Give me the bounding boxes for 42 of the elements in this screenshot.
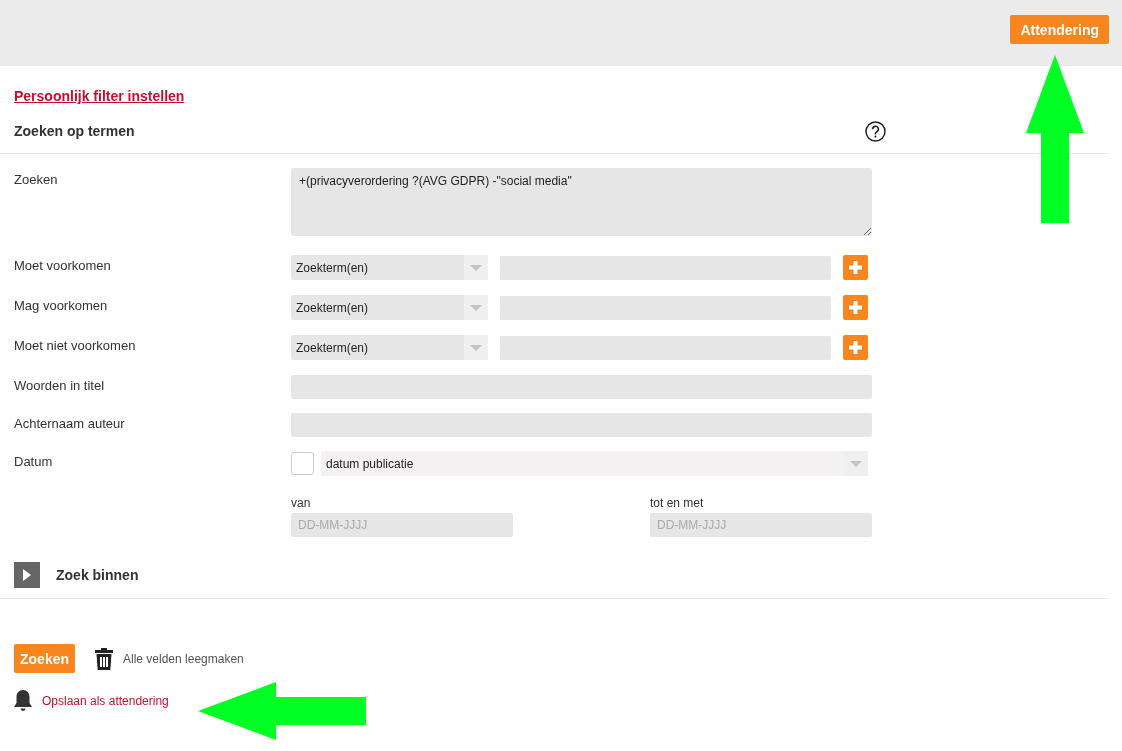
date-input[interactable]: DD-MM-JJJJ: [650, 513, 872, 537]
add-button[interactable]: [843, 255, 868, 280]
text-input[interactable]: [291, 375, 872, 399]
expand-toggle[interactable]: [14, 562, 40, 588]
term-input[interactable]: [500, 335, 831, 360]
caret-right-icon: [23, 569, 31, 581]
add-button[interactable]: [843, 295, 868, 320]
clear-link[interactable]: Alle velden leegmaken: [95, 647, 244, 670]
search-textarea[interactable]: +(privacyverordering ?(AVG GDPR) -"social media": [291, 168, 872, 236]
caret-icon: [470, 304, 482, 311]
add-button[interactable]: [843, 335, 868, 360]
date-checkbox[interactable]: [291, 452, 314, 475]
section-title: Zoek binnen: [56, 567, 139, 583]
dropdown[interactable]: Zoekterm(en): [291, 255, 488, 280]
caret-icon: [850, 460, 862, 467]
field-label: Datum: [13, 453, 54, 471]
term-input[interactable]: [500, 255, 831, 280]
text-input[interactable]: [291, 413, 872, 437]
field-label: Mag voorkomen: [13, 297, 109, 315]
dropdown[interactable]: Zoekterm(en): [291, 335, 488, 360]
plus-icon: [849, 341, 862, 354]
save-alert-link[interactable]: Opslaan als attendering: [42, 694, 169, 708]
section-title: Zoeken op termen: [14, 123, 135, 139]
field-label: Achternaam auteur: [13, 415, 126, 433]
caret-icon: [470, 264, 482, 271]
field-label: Zoeken: [13, 171, 59, 189]
term-input[interactable]: [500, 295, 831, 320]
date-input[interactable]: DD-MM-JJJJ: [291, 513, 513, 537]
plus-icon: [849, 261, 862, 274]
filter-link[interactable]: Persoonlijk filter instellen: [14, 88, 185, 104]
field-label: Moet niet voorkomen: [13, 337, 137, 355]
help-icon: [865, 120, 886, 142]
dropdown[interactable]: Zoekterm(en): [291, 295, 488, 320]
dropdown[interactable]: datum publicatie: [321, 451, 868, 476]
field-label: Woorden in titel: [13, 377, 106, 395]
caret-icon: [470, 344, 482, 351]
field-label: Moet voorkomen: [13, 257, 112, 275]
date-label: van: [291, 496, 312, 510]
trash-icon: [95, 647, 113, 670]
plus-icon: [849, 301, 862, 314]
bell-icon: [14, 690, 32, 712]
date-label: tot en met: [650, 496, 705, 510]
